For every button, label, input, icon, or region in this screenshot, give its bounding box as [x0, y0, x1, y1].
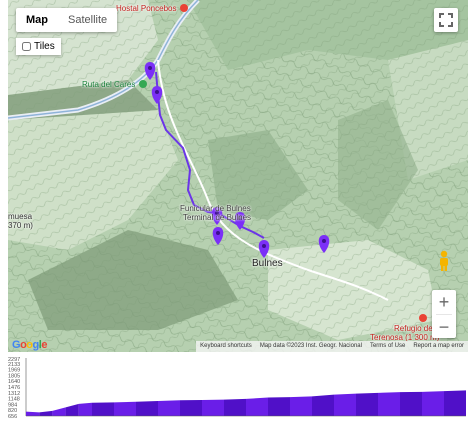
zoom-in-icon: +: [438, 291, 450, 312]
tiles-toggle[interactable]: Tiles: [16, 38, 61, 55]
elevation-area-segment: [136, 401, 158, 416]
map-data-attribution: Map data ©2023 Inst. Geogr. Nacional: [255, 341, 366, 352]
elevation-area-segment: [224, 398, 246, 416]
elevation-area-segment: [158, 400, 180, 416]
elevation-area-segment: [52, 407, 66, 416]
tiles-checkbox[interactable]: [22, 42, 31, 51]
label-muesa: muesa: [8, 212, 33, 221]
map-view[interactable]: Hostal Poncebos Ruta del Cares Funicular…: [8, 0, 468, 352]
label-muesa-elev: 370 m): [8, 221, 33, 230]
elevation-area-segment: [39, 410, 53, 416]
fullscreen-button[interactable]: [434, 8, 458, 32]
label-refugio: Refugio de: [394, 324, 433, 333]
lodging-icon: [419, 314, 427, 322]
tiles-label: Tiles: [34, 41, 55, 52]
label-funicular-2: Terminal de Bulnes: [183, 213, 252, 222]
map-terrain: [8, 0, 468, 352]
zoom-out-button[interactable]: −: [432, 315, 456, 339]
pegman-button[interactable]: [436, 250, 452, 272]
label-ruta: Ruta del Cares: [82, 80, 136, 89]
elevation-area-segment: [268, 397, 290, 416]
label-bulnes: Bulnes: [252, 258, 283, 269]
elevation-area-segment: [422, 391, 444, 416]
attribution-bar: Keyboard shortcuts Map data ©2023 Inst. …: [8, 341, 468, 352]
elevation-area-segment: [334, 393, 356, 416]
map-type-satellite-button[interactable]: Satellite: [58, 8, 117, 32]
elevation-area-segment: [444, 390, 466, 416]
keyboard-shortcuts-link[interactable]: Keyboard shortcuts: [196, 341, 256, 352]
label-funicular: Funicular de Bulnes: [180, 204, 251, 213]
elevation-area-segment: [246, 397, 268, 416]
zoom-control: + −: [432, 290, 456, 338]
elevation-profile-chart: 2297213319691805164014761312114898482065…: [8, 357, 466, 420]
map-type-control: Map Satellite: [16, 8, 118, 32]
elevation-area-segment: [92, 402, 114, 416]
elevation-area-segment: [202, 399, 224, 416]
report-error-link[interactable]: Report a map error: [409, 341, 468, 352]
park-icon: [139, 80, 147, 88]
elevation-area-segment: [400, 391, 422, 416]
map-type-map-button[interactable]: Map: [16, 8, 58, 32]
y-tick-label: 656: [8, 414, 17, 420]
elevation-area-segment: [378, 392, 400, 416]
pegman-icon: [440, 250, 448, 271]
hotel-icon: [180, 4, 188, 12]
elevation-area-segment: [356, 392, 378, 416]
elevation-area-segment: [78, 402, 92, 416]
zoom-in-button[interactable]: +: [432, 290, 456, 314]
elevation-area-segment: [290, 396, 312, 416]
zoom-out-icon: −: [438, 316, 450, 337]
elevation-area-segment: [65, 403, 79, 416]
elevation-area-segment: [114, 401, 136, 416]
terms-link[interactable]: Terms of Use: [365, 341, 410, 352]
elevation-area-segment: [180, 399, 202, 416]
elevation-area-segment: [26, 411, 40, 416]
label-hostal: Hostal Poncebos: [116, 4, 177, 13]
fullscreen-icon: [439, 13, 453, 27]
elevation-area-segment: [312, 394, 334, 416]
